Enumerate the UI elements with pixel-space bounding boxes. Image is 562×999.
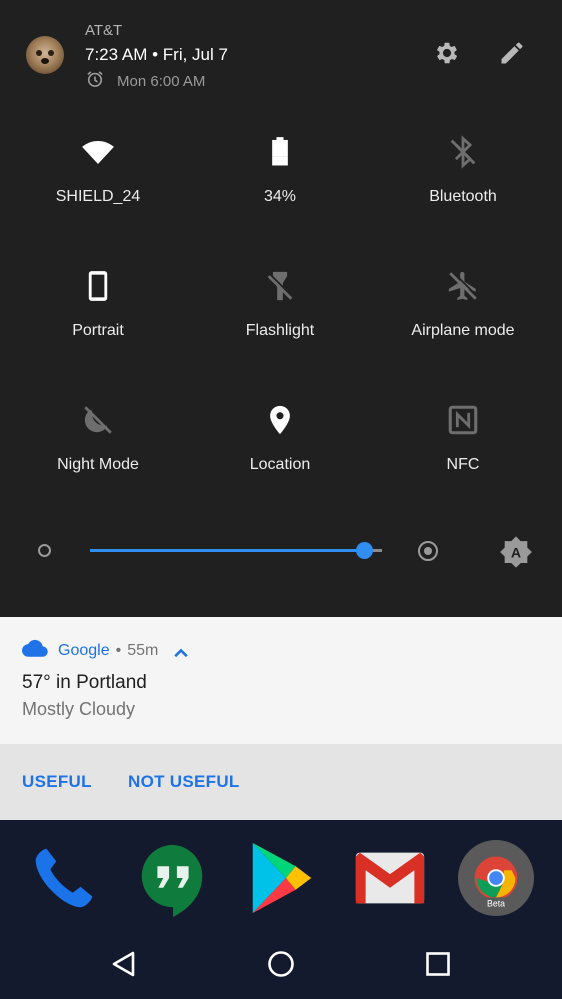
notification-actions: USEFUL NOT USEFUL	[0, 744, 562, 820]
carrier-name: AT&T	[85, 22, 123, 39]
cloud-icon	[21, 639, 48, 662]
flashlight-off-icon	[260, 266, 300, 306]
alarm-clock-icon	[85, 69, 105, 93]
nfc-icon	[443, 400, 483, 440]
play-store-icon	[252, 842, 312, 914]
tile-airplane[interactable]: Airplane mode	[373, 266, 553, 366]
tile-portrait[interactable]: Portrait	[8, 266, 188, 366]
dock-app-chrome-beta[interactable]: Beta	[456, 838, 536, 918]
phone-icon	[35, 848, 93, 908]
airplane-off-icon	[443, 266, 483, 306]
home-button[interactable]	[263, 946, 299, 982]
tile-battery[interactable]: 34%	[190, 132, 370, 232]
notification-header[interactable]: Google • 55m	[21, 639, 189, 662]
tile-label: Airplane mode	[411, 322, 515, 339]
brightness-thumb[interactable]	[356, 542, 374, 559]
auto-brightness-letter: A	[511, 546, 521, 562]
tile-bluetooth[interactable]: Bluetooth	[373, 132, 553, 232]
brightness-slider[interactable]	[90, 542, 382, 559]
recents-square-icon	[426, 952, 450, 976]
quick-settings-panel: AT&T 7:23 AM • Fri, Jul 7 Mon 6:00 AM SH…	[0, 0, 562, 617]
pencil-icon	[498, 39, 526, 72]
auto-brightness-icon: A	[500, 536, 532, 568]
dock-app-gmail[interactable]	[350, 838, 430, 918]
tile-label: Bluetooth	[429, 188, 497, 205]
home-circle-icon	[268, 951, 294, 977]
next-alarm[interactable]: Mon 6:00 AM	[85, 69, 205, 93]
tile-label: NFC	[446, 456, 480, 473]
auto-brightness-button[interactable]: A	[499, 535, 533, 569]
chrome-beta-icon: Beta	[457, 839, 535, 917]
battery-icon	[260, 132, 300, 172]
brightness-min-icon	[38, 544, 51, 557]
hangouts-icon	[141, 844, 203, 917]
night-mode-off-icon	[78, 400, 118, 440]
recents-button[interactable]	[420, 946, 456, 982]
notification-title: 57° in Portland	[22, 672, 147, 693]
tile-nfc[interactable]: NFC	[373, 400, 553, 500]
tile-night-mode[interactable]: Night Mode	[8, 400, 188, 500]
back-button[interactable]	[106, 946, 142, 982]
notification-time: 55m	[127, 641, 159, 659]
tile-wifi[interactable]: SHIELD_24	[8, 132, 188, 232]
notification-separator: •	[115, 641, 122, 659]
date-time[interactable]: 7:23 AM • Fri, Jul 7	[85, 45, 228, 65]
notification-text: Mostly Cloudy	[22, 699, 136, 719]
tile-location[interactable]: Location	[190, 400, 370, 500]
gmail-icon	[355, 852, 425, 904]
brightness-max-icon	[418, 541, 438, 561]
tile-flashlight[interactable]: Flashlight	[190, 266, 370, 366]
useful-button[interactable]: USEFUL	[22, 772, 92, 792]
brightness-fill	[90, 549, 365, 552]
tile-label: Location	[249, 456, 311, 473]
portrait-icon	[78, 266, 118, 306]
user-avatar[interactable]	[26, 36, 64, 74]
tile-label: Night Mode	[57, 456, 139, 473]
not-useful-button[interactable]: NOT USEFUL	[128, 772, 240, 792]
dock-app-play-store[interactable]	[242, 838, 322, 918]
location-icon	[260, 400, 300, 440]
tile-label: 34%	[263, 188, 297, 205]
notification-app-name: Google	[58, 641, 110, 659]
dock-app-hangouts[interactable]	[133, 838, 213, 918]
back-triangle-icon	[112, 951, 135, 977]
wifi-icon	[78, 132, 118, 172]
bluetooth-off-icon	[443, 132, 483, 172]
edit-button[interactable]	[495, 38, 529, 72]
chrome-beta-badge: Beta	[487, 898, 505, 908]
alarm-time: Mon 6:00 AM	[117, 72, 206, 90]
dock-app-phone[interactable]	[24, 838, 104, 918]
settings-button[interactable]	[430, 38, 464, 72]
tile-label: Portrait	[72, 322, 124, 339]
notification-card[interactable]: Google • 55m 57° in Portland Mostly Clou…	[0, 617, 562, 744]
tile-label: Flashlight	[245, 322, 315, 339]
gear-icon	[433, 39, 461, 72]
chevron-up-icon[interactable]	[168, 644, 189, 658]
navigation-bar	[0, 930, 562, 999]
tile-label: SHIELD_24	[55, 188, 141, 205]
